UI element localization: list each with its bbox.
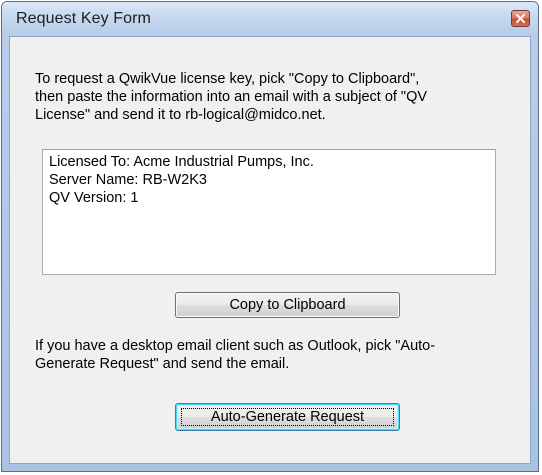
qv-version-line: QV Version: 1 — [49, 190, 139, 206]
copy-to-clipboard-label: Copy to Clipboard — [229, 297, 346, 313]
close-icon — [516, 14, 525, 23]
auto-generate-request-button[interactable]: Auto-Generate Request — [175, 403, 400, 431]
title-bar[interactable]: Request Key Form — [2, 2, 538, 36]
instruction-line: To request a QwikVue license key, pick "… — [35, 71, 420, 87]
server-name-line: Server Name: RB-W2K3 — [49, 172, 207, 188]
instruction-line: If you have a desktop email client such … — [35, 338, 436, 354]
window-title: Request Key Form — [16, 10, 151, 27]
instruction-line: then paste the information into an email… — [35, 89, 428, 105]
instruction-line: License" and send it to rb-logical@midco… — [35, 107, 326, 123]
auto-generate-request-label: Auto-Generate Request — [210, 409, 365, 425]
copy-to-clipboard-button[interactable]: Copy to Clipboard — [175, 292, 400, 318]
licensed-to-line: Licensed To: Acme Industrial Pumps, Inc. — [49, 154, 314, 170]
form-client-area: To request a QwikVue license key, pick "… — [9, 36, 531, 464]
license-info-textbox[interactable]: Licensed To: Acme Industrial Pumps, Inc.… — [42, 149, 496, 275]
close-button[interactable] — [511, 10, 530, 27]
request-key-form-window: Request Key Form To request a QwikVue li… — [1, 1, 539, 472]
instruction-line: Generate Request" and send the email. — [35, 356, 290, 372]
copy-instructions: To request a QwikVue license key, pick "… — [35, 70, 515, 124]
auto-generate-instructions: If you have a desktop email client such … — [35, 337, 525, 373]
